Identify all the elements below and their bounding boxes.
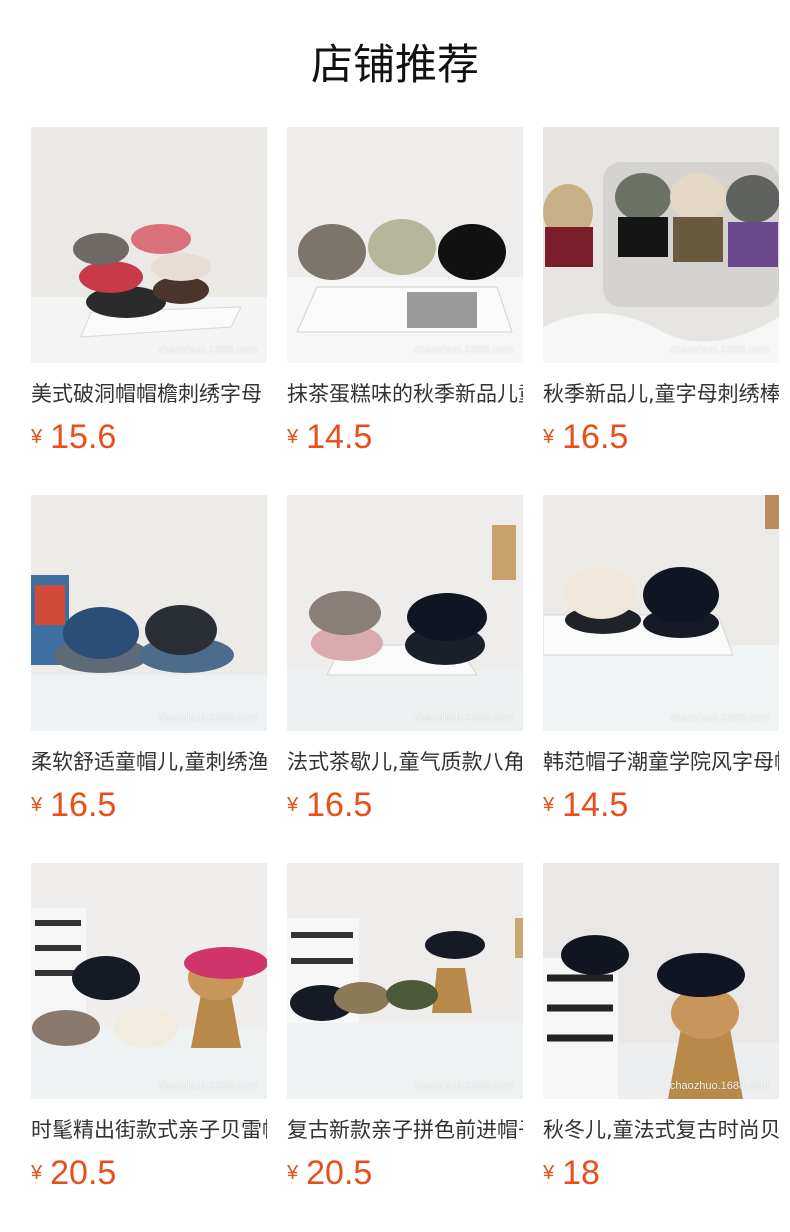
watermark: chaozhuo.1688.com bbox=[669, 1080, 769, 1092]
product-image-caps-basket[interactable]: chaozhuo.1688.com bbox=[543, 127, 779, 363]
product-image-cap-letters[interactable]: chaozhuo.1688.com bbox=[287, 127, 523, 363]
price-value: 16.5 bbox=[50, 786, 117, 824]
currency-symbol: ¥ bbox=[543, 425, 555, 448]
product-image-ivy-caps[interactable]: chaozhuo.1688.com bbox=[287, 863, 523, 1099]
product-name[interactable]: 秋季新品儿,童字母刺绣棒球 bbox=[543, 377, 779, 411]
page-title: 店铺推荐 bbox=[310, 40, 479, 89]
product-name[interactable]: 抹茶蛋糕味的秋季新品儿童 bbox=[287, 377, 523, 411]
product-price: ¥18 bbox=[543, 1151, 600, 1195]
product-price: ¥20.5 bbox=[287, 1151, 372, 1195]
currency-symbol: ¥ bbox=[543, 1161, 555, 1184]
product-price: ¥16.5 bbox=[31, 783, 116, 827]
price-value: 15.6 bbox=[50, 418, 117, 456]
product-price: ¥14.5 bbox=[287, 415, 372, 459]
watermark: chaozhuo.1688.com bbox=[413, 712, 513, 724]
currency-symbol: ¥ bbox=[287, 793, 299, 816]
price-value: 16.5 bbox=[562, 418, 629, 456]
product-name[interactable]: 柔软舒适童帽儿,童刺绣渔夫 bbox=[31, 745, 267, 779]
product-name[interactable]: 复古新款亲子拼色前进帽子 bbox=[287, 1113, 523, 1147]
product-image-bucket-hats[interactable]: chaozhuo.1688.com bbox=[31, 495, 267, 731]
currency-symbol: ¥ bbox=[31, 1161, 43, 1184]
watermark: chaozhuo.1688.com bbox=[413, 344, 513, 356]
product-price: ¥20.5 bbox=[31, 1151, 116, 1195]
product-image-caps-stack[interactable]: chaozhuo.1688.com bbox=[31, 127, 267, 363]
product-price: ¥16.5 bbox=[543, 415, 628, 459]
watermark: chaozhuo.1688.com bbox=[157, 712, 257, 724]
product-image-newsboy-caps[interactable]: chaozhuo.1688.com bbox=[287, 495, 523, 731]
product-price: ¥14.5 bbox=[543, 783, 628, 827]
watermark: chaozhuo.1688.com bbox=[157, 1080, 257, 1092]
product-image-berets-mannequin[interactable]: chaozhuo.1688.com bbox=[543, 863, 779, 1099]
currency-symbol: ¥ bbox=[31, 425, 43, 448]
currency-symbol: ¥ bbox=[287, 425, 299, 448]
product-name[interactable]: 美式破洞帽帽檐刺绣字母 bbox=[31, 377, 267, 411]
product-price: ¥16.5 bbox=[287, 783, 372, 827]
watermark: chaozhuo.1688.com bbox=[669, 712, 769, 724]
price-value: 14.5 bbox=[306, 418, 373, 456]
product-name[interactable]: 法式茶歇儿,童气质款八角帽 bbox=[287, 745, 523, 779]
currency-symbol: ¥ bbox=[287, 1161, 299, 1184]
currency-symbol: ¥ bbox=[31, 793, 43, 816]
product-name[interactable]: 秋冬儿,童法式复古时尚贝雷 bbox=[543, 1113, 779, 1147]
currency-symbol: ¥ bbox=[543, 793, 555, 816]
product-price: ¥15.6 bbox=[31, 415, 116, 459]
product-name[interactable]: 韩范帽子潮童学院风字母帽 bbox=[543, 745, 779, 779]
product-image-top-caps[interactable]: chaozhuo.1688.com bbox=[543, 495, 779, 731]
price-value: 20.5 bbox=[306, 1154, 373, 1192]
watermark: chaozhuo.1688.com bbox=[413, 1080, 513, 1092]
watermark: chaozhuo.1688.com bbox=[157, 344, 257, 356]
watermark: chaozhuo.1688.com bbox=[669, 344, 769, 356]
price-value: 14.5 bbox=[562, 786, 629, 824]
product-image-berets-display[interactable]: chaozhuo.1688.com bbox=[31, 863, 267, 1099]
product-name[interactable]: 时髦精出街款式亲子贝雷帽 bbox=[31, 1113, 267, 1147]
price-value: 20.5 bbox=[50, 1154, 117, 1192]
price-value: 18 bbox=[562, 1154, 600, 1192]
price-value: 16.5 bbox=[306, 786, 373, 824]
